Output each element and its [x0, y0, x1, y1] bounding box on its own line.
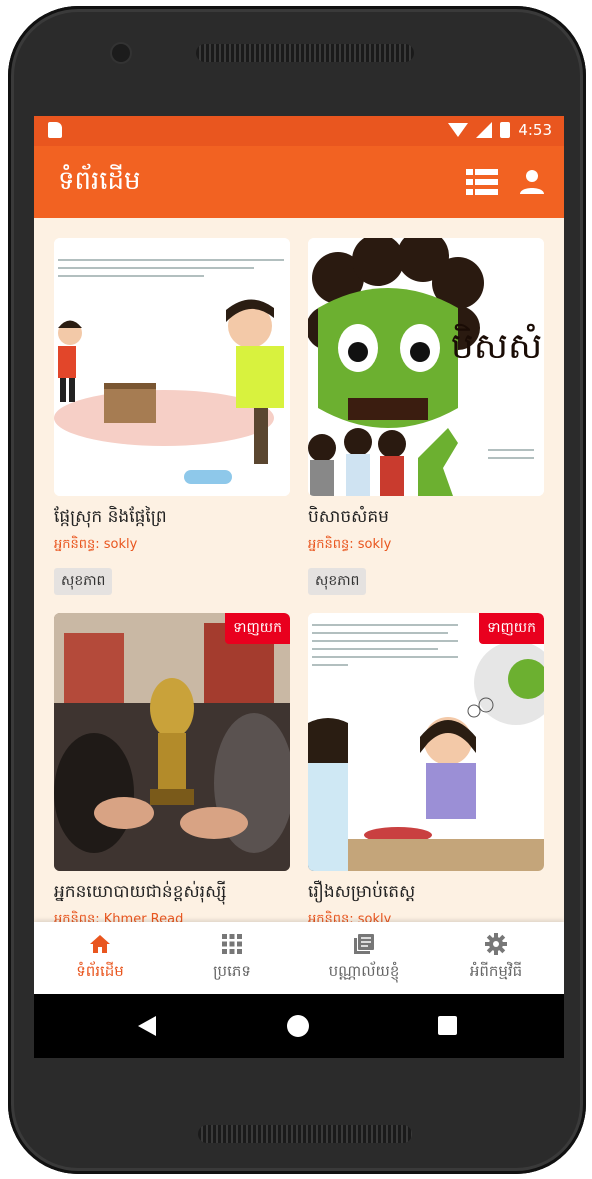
nav-my-library[interactable]: បណ្ណាល័យខ្ញុំ	[298, 922, 430, 994]
nav-categories[interactable]: ប្រភេទ	[166, 922, 298, 994]
wifi-icon	[448, 123, 469, 137]
book-cover: បិសសំគ	[308, 238, 544, 496]
download-badge: ទាញយក	[225, 613, 290, 644]
system-navigation-bar	[34, 994, 564, 1058]
cover-illustration-kids	[54, 238, 290, 496]
signal-icon	[476, 122, 493, 138]
grid-icon	[222, 934, 242, 954]
book-title: រឿងសម្រាប់តេស្ត	[308, 882, 416, 902]
cover-photo-trophy	[54, 613, 290, 871]
cover-title-text: បិសសំគ	[451, 323, 544, 367]
cover-illustration-cooking	[308, 613, 544, 871]
back-button[interactable]	[138, 1016, 156, 1036]
book-card[interactable]: បិសសំគ បិសាចសំគម អ្នកនិពន្ធ: sokly សុខភា…	[308, 238, 544, 595]
nav-about[interactable]: អំពីកម្មវិធី	[430, 922, 562, 994]
nav-home[interactable]: ទំព័រដើម	[34, 922, 166, 994]
top-speaker	[196, 44, 414, 62]
category-tag[interactable]: សុខភាព	[308, 568, 367, 595]
library-icon	[354, 934, 374, 954]
book-title: អ្នកនយោបាយជាន់ខ្ពស់រុស្ស៊ី	[54, 882, 227, 902]
front-camera	[112, 44, 130, 62]
nav-label: ប្រភេទ	[213, 962, 251, 980]
book-cover: ទាញយក	[54, 613, 290, 871]
book-card[interactable]: ផ្កែស្រុក និងផ្កែព្រៃ អ្នកនិពន្ធ: sokly …	[54, 238, 290, 595]
nav-label: អំពីកម្មវិធី	[469, 962, 523, 980]
home-button[interactable]	[287, 1015, 309, 1037]
book-card[interactable]: ទាញយក អ្នកនយោបាយជាន់ខ្ពស់រុស្ស៊ី អ្នកនិព…	[54, 613, 290, 927]
status-bar: 4:53	[34, 116, 564, 146]
gear-icon	[485, 933, 507, 955]
book-author: អ្នកនិពន្ធ: sokly	[308, 537, 392, 552]
cover-illustration-monster: បិសសំគ	[308, 238, 544, 496]
book-title: ផ្កែស្រុក និងផ្កែព្រៃ	[54, 507, 167, 527]
recent-apps-button[interactable]	[438, 1016, 457, 1035]
page-title: ទំព័រដើម	[58, 166, 141, 196]
book-cover	[54, 238, 290, 496]
nav-label: ទំព័រដើម	[76, 962, 124, 980]
download-badge: ទាញយក	[479, 613, 544, 644]
book-card[interactable]: ទាញយក រឿងសម្រាប់តេស្ត អ្នកនិពន្ធ: sokly	[308, 613, 544, 927]
bottom-navigation: ទំព័រដើម ប្រភេទ បណ្ណាល័យខ្ញុំ អំពីកម្មវិ…	[34, 922, 564, 994]
user-icon[interactable]	[518, 168, 546, 196]
category-tag[interactable]: សុខភាព	[54, 568, 113, 595]
book-cover: ទាញយក	[308, 613, 544, 871]
nav-label: បណ្ណាល័យខ្ញុំ	[328, 962, 400, 980]
status-icons: 4:53	[448, 121, 552, 139]
app-bar: ទំព័រដើម	[34, 146, 564, 218]
bottom-speaker	[198, 1125, 412, 1143]
list-view-icon[interactable]	[466, 168, 498, 196]
book-title: បិសាចសំគម	[308, 507, 389, 527]
sd-card-icon	[48, 122, 62, 138]
status-time: 4:53	[518, 121, 552, 139]
battery-icon	[500, 122, 511, 138]
book-author: អ្នកនិពន្ធ: sokly	[54, 537, 138, 552]
home-icon	[90, 935, 110, 953]
app-screen: 4:53 ទំព័រដើម ផ្កែស្រុក និងផ្កែព្រៃ អ្នក…	[34, 116, 564, 1058]
